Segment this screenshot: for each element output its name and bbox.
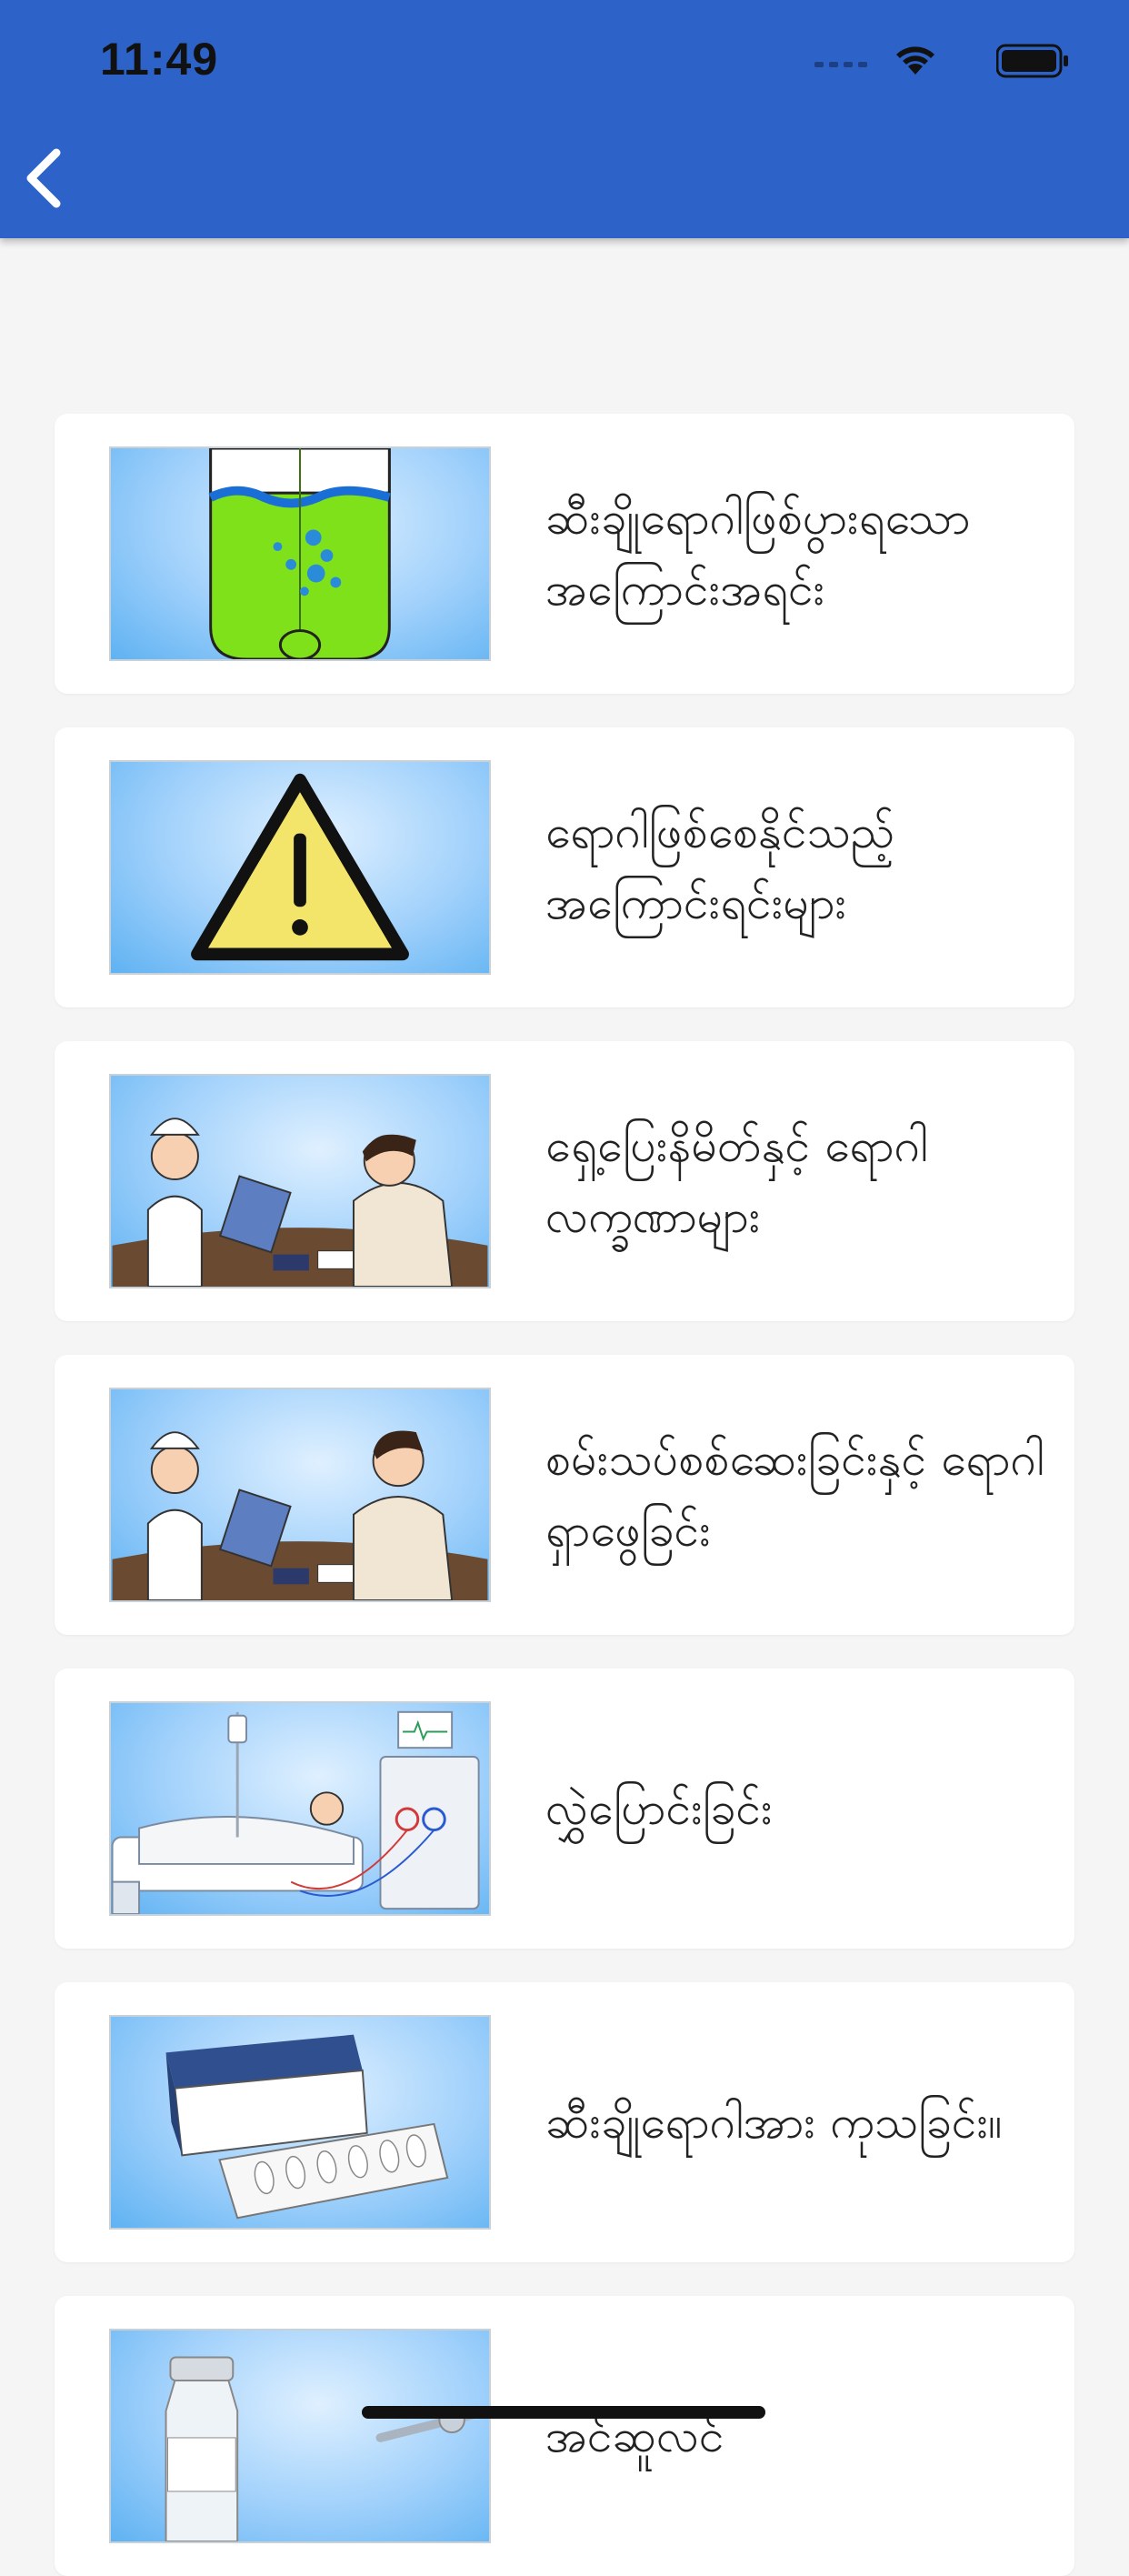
topic-card-insulin[interactable]: အင်ဆူလင် bbox=[55, 2296, 1074, 2576]
topic-card-diagnosis[interactable]: စမ်းသပ်စစ်ဆေးခြင်းနှင့် ရောဂါ ရှာဖွေခြင်… bbox=[55, 1355, 1074, 1635]
bladder-illustration bbox=[109, 446, 491, 661]
topic-card-symptoms[interactable]: ရှေ့ပြေးနိမိတ်နှင့် ရောဂါ လက္ခဏာများ bbox=[55, 1041, 1074, 1321]
topic-card-causes[interactable]: ဆီးချိုရောဂါဖြစ်ပွားရသော အကြောင်းအရင်း bbox=[55, 414, 1074, 694]
status-icons bbox=[814, 40, 1069, 84]
topic-title: ဆီးချိုရောဂါအား ကုသခြင်း။ bbox=[545, 2096, 1003, 2149]
topic-title: ရောဂါဖြစ်စေနိုင်သည့် အကြောင်းရင်းများ bbox=[545, 806, 895, 929]
chevron-left-icon bbox=[26, 148, 61, 208]
topic-title: ရှေ့ပြေးနိမိတ်နှင့် ရောဂါ လက္ခဏာများ bbox=[545, 1119, 928, 1243]
cellular-signal-icon bbox=[814, 62, 867, 67]
insulin-vial-illustration bbox=[109, 2329, 491, 2543]
warning-sign-illustration bbox=[109, 760, 491, 975]
topic-title: ဆီးချိုရောဂါဖြစ်ပွားရသော အကြောင်းအရင်း bbox=[545, 492, 971, 616]
topic-card-complications[interactable]: လွှဲပြောင်းခြင်း bbox=[55, 1669, 1074, 1949]
back-button[interactable] bbox=[16, 145, 76, 211]
nurse-and-tired-patient-illustration bbox=[109, 1074, 491, 1288]
status-time: 11:49 bbox=[100, 34, 219, 85]
topic-card-treatment[interactable]: ဆီးချိုရောဂါအား ကုသခြင်း။ bbox=[55, 1982, 1074, 2262]
topic-title: အင်ဆူလင် bbox=[545, 2410, 724, 2462]
nurse-and-patient-checkup-illustration bbox=[109, 1388, 491, 1602]
topic-title: လွှဲပြောင်းခြင်း bbox=[545, 1782, 773, 1835]
app-header: 11:49 bbox=[0, 0, 1129, 238]
topic-title: စမ်းသပ်စစ်ဆေးခြင်းနှင့် ရောဂါ ရှာဖွေခြင်… bbox=[545, 1433, 1044, 1557]
dialysis-hospital-bed-illustration bbox=[109, 1701, 491, 1916]
wifi-icon bbox=[896, 46, 934, 75]
topic-card-risk-factors[interactable]: ရောဂါဖြစ်စေနိုင်သည့် အကြောင်းရင်းများ bbox=[55, 727, 1074, 1007]
home-indicator[interactable] bbox=[362, 2406, 765, 2419]
battery-icon bbox=[996, 44, 1068, 78]
medicine-box-illustration bbox=[109, 2015, 491, 2230]
